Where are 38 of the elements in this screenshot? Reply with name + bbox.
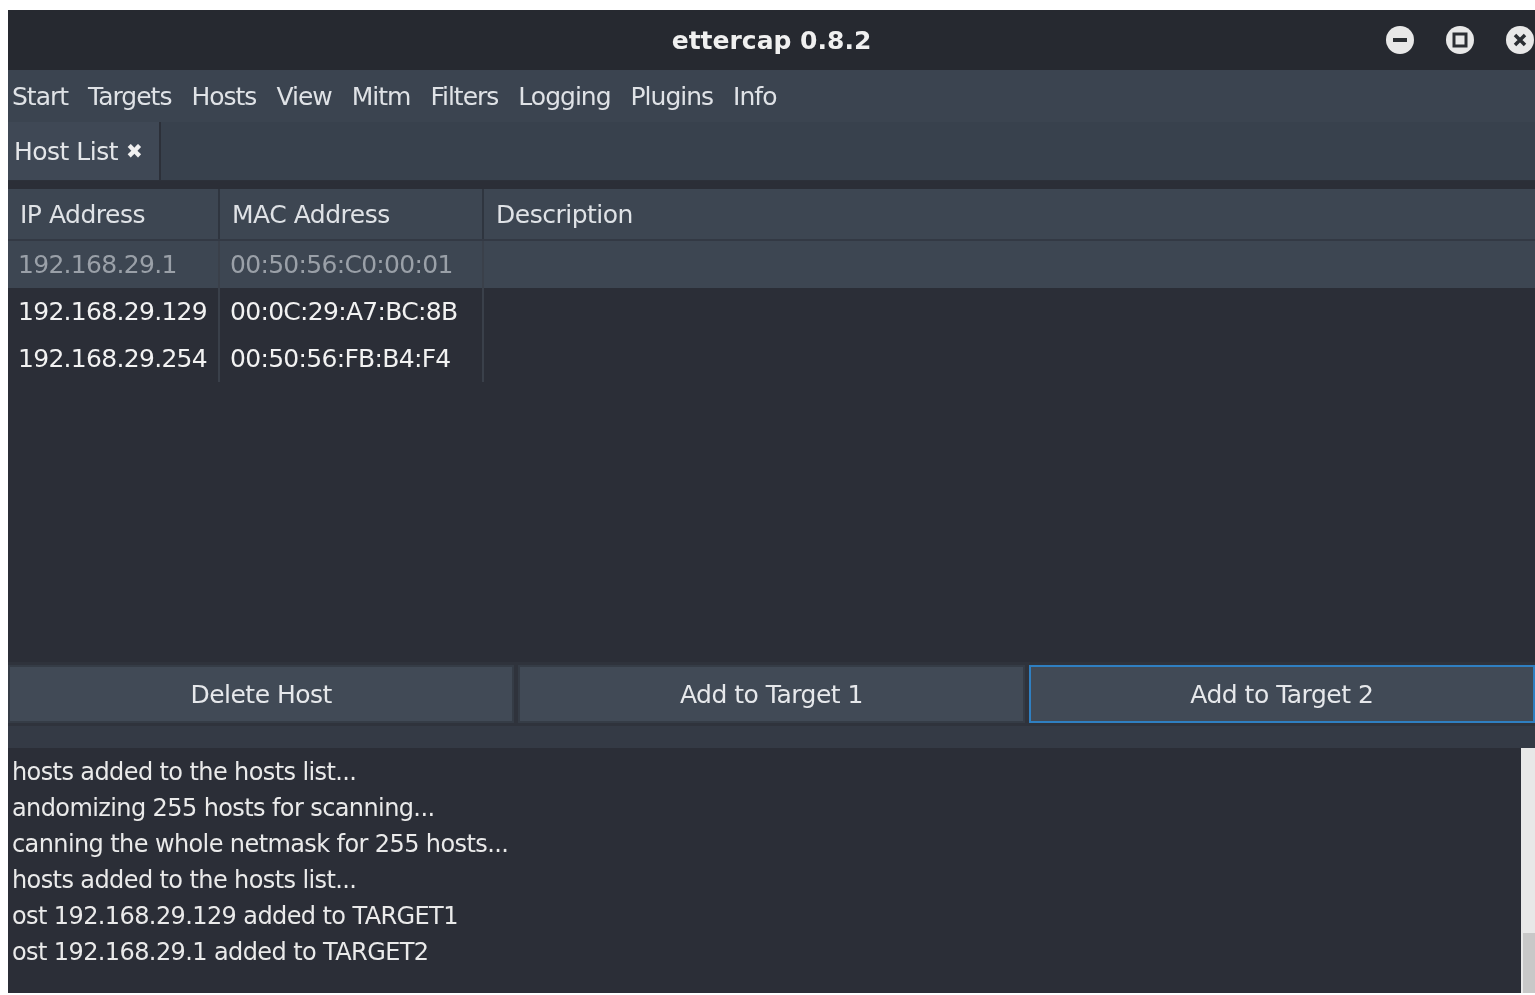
menu-item[interactable]: Hosts xyxy=(181,81,267,111)
tab[interactable]: Host List ✖ xyxy=(8,122,161,180)
action-button[interactable]: Add to Target 2 xyxy=(1028,665,1535,723)
table-cell: 192.168.29.1 xyxy=(8,241,220,288)
menu-item[interactable]: Logging xyxy=(508,81,621,111)
column-header[interactable]: Description xyxy=(484,189,1535,239)
action-button[interactable]: Add to Target 1 xyxy=(518,665,1025,723)
log-line: ost 192.168.29.129 added to TARGET1 xyxy=(12,901,459,932)
minimize-icon[interactable] xyxy=(1385,25,1415,55)
log-line: ost 192.168.29.1 added to TARGET2 xyxy=(12,937,430,968)
menu-item[interactable]: View xyxy=(266,81,342,111)
table-cell: 192.168.29.129 xyxy=(8,288,220,335)
action-button[interactable]: Delete Host xyxy=(8,665,515,723)
menu-item[interactable]: Filters xyxy=(420,81,509,111)
tab-close-button[interactable]: ✖ xyxy=(126,139,143,163)
close-icon[interactable] xyxy=(1505,25,1535,55)
table-cell: 00:0C:29:A7:BC:8B xyxy=(220,288,484,335)
window-title: ettercap 0.8.2 xyxy=(671,25,872,55)
table-row[interactable]: 192.168.29.254 00:50:56:FB:B4:F4 xyxy=(8,335,1535,382)
menu-item[interactable]: Plugins xyxy=(620,81,724,111)
log-line: canning the whole netmask for 255 hosts... xyxy=(12,829,510,860)
log-line: hosts added to the hosts list... xyxy=(12,865,358,896)
table-cell: 00:50:56:C0:00:01 xyxy=(220,241,484,288)
table-row[interactable]: 192.168.29.129 00:0C:29:A7:BC:8B xyxy=(8,288,1535,335)
tab-label[interactable]: Host List xyxy=(14,136,119,166)
log-line: hosts added to the hosts list... xyxy=(12,757,358,788)
menu-item[interactable]: Start xyxy=(8,81,79,111)
menu-item[interactable]: Info xyxy=(723,81,787,111)
log-line: andomizing 255 hosts for scanning... xyxy=(12,793,436,824)
table-cell: 00:50:56:FB:B4:F4 xyxy=(220,335,484,382)
table-cell: 192.168.29.254 xyxy=(8,335,220,382)
column-header[interactable]: IP Address xyxy=(8,189,220,239)
column-header[interactable]: MAC Address xyxy=(220,189,484,239)
menu-item[interactable]: Mitm xyxy=(341,81,421,111)
table-row[interactable]: 192.168.29.1 00:50:56:C0:00:01 xyxy=(8,241,1535,288)
scrollbar[interactable] xyxy=(1521,748,1535,993)
menu-item[interactable]: Targets xyxy=(78,81,182,111)
maximize-icon[interactable] xyxy=(1445,25,1475,55)
